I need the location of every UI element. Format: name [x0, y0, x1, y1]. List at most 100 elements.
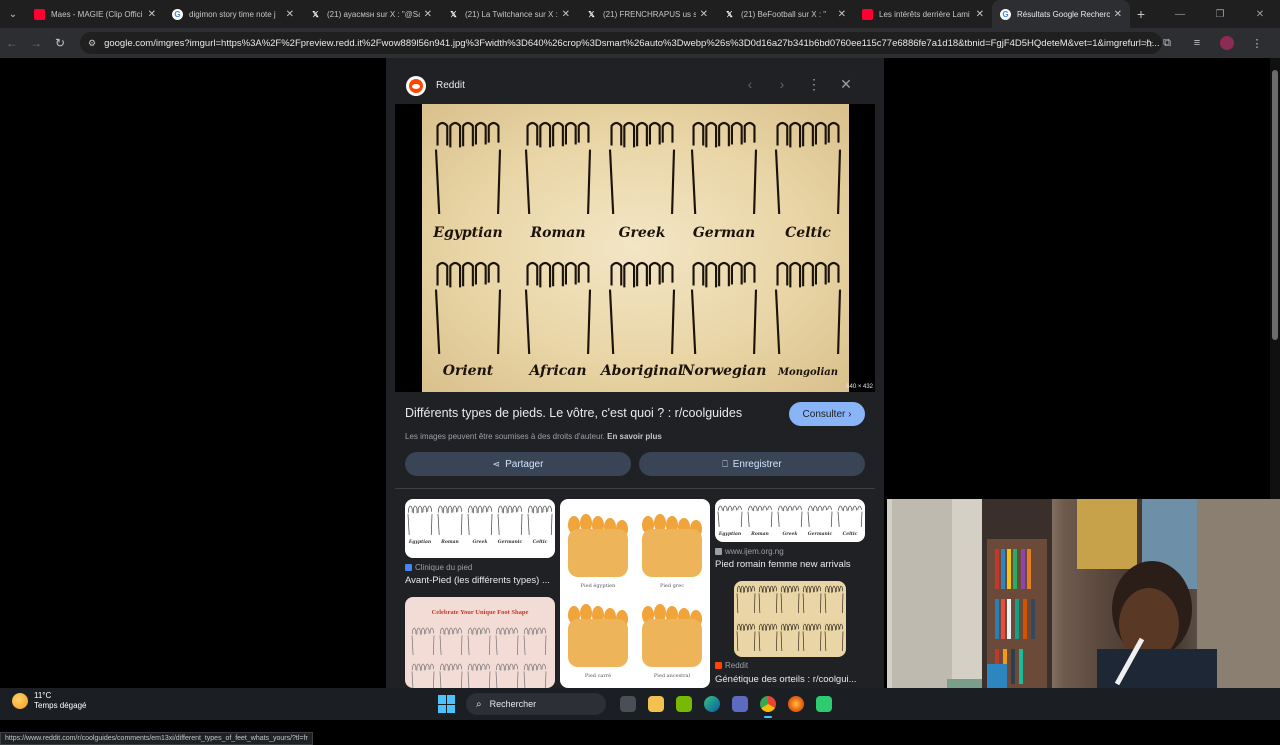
related-title-3[interactable]: Pied romain femme new arrivals — [715, 559, 865, 570]
foot-types-image[interactable]: Egyptian Roman Greek German Celtic Orient Afri… — [422, 104, 849, 392]
tab-search-button[interactable]: ⌄ — [0, 0, 26, 28]
rights-text: Les images peuvent être soumises à des d… — [405, 432, 605, 441]
profile-avatar[interactable] — [1220, 36, 1234, 50]
browser-tab[interactable]: Gdigimon story time note j ✕ — [164, 0, 302, 28]
close-tab-icon[interactable]: ✕ — [700, 9, 708, 20]
site-favicon-icon — [405, 564, 412, 571]
foot-types-illustration: Egyptian Roman Greek German Celtic Orient Afri… — [432, 121, 842, 379]
file-explorer-icon[interactable] — [642, 692, 670, 716]
visit-button-label: Consulter — [802, 408, 846, 420]
foot-drawing — [802, 585, 822, 614]
related-image-3[interactable]: Egyptian Roman Greek Germanic Celtic — [715, 499, 865, 542]
foot-drawing — [736, 623, 756, 652]
foot-drawing — [807, 505, 833, 528]
foot-type-label: Celtic — [785, 225, 831, 241]
menu-dots-icon[interactable]: ⋮ — [1242, 37, 1272, 50]
preview-image-frame[interactable]: Egyptian Roman Greek German Celtic Orient Afri… — [395, 104, 875, 392]
chevron-right-icon: › — [848, 408, 852, 420]
close-tab-icon[interactable]: ✕ — [1114, 9, 1122, 20]
visit-button[interactable]: Consulter › — [789, 402, 865, 426]
windows-start-icon[interactable] — [438, 695, 456, 713]
foot-drawing — [439, 627, 463, 656]
related-image-5[interactable] — [734, 581, 846, 657]
search-icon: ⌕ — [476, 698, 482, 710]
close-tab-icon[interactable]: ✕ — [976, 9, 984, 20]
image-dimensions: 640 × 432 — [846, 384, 873, 390]
browser-tab[interactable]: Les intérêts derrière Lami ✕ — [854, 0, 992, 28]
edge-icon[interactable] — [698, 692, 726, 716]
thumb-label: Celtic — [533, 539, 548, 545]
related-title-1[interactable]: Avant-Pied (les différents types) ... — [405, 575, 555, 586]
browser-tab[interactable]: Maes - MAGIE (Clip Offici ✕ — [26, 0, 164, 28]
close-tab-icon[interactable]: ✕ — [424, 9, 432, 20]
browser-tab[interactable]: 𝕏 (21) La Twitchance sur X : ✕ — [440, 0, 578, 28]
taskbar-search[interactable]: ⌕ Rechercher — [466, 693, 606, 715]
share-button[interactable]: ⋖ Partager — [405, 452, 631, 476]
foot-drawing — [802, 623, 822, 652]
tab-title: (21) FRENCHRAPUS us sur — [603, 9, 696, 19]
minimize-button[interactable]: — — [1160, 0, 1200, 28]
related-image-1[interactable]: Egyptian Roman Greek Germanic Celtic — [405, 499, 555, 558]
close-tab-icon[interactable]: ✕ — [562, 9, 570, 20]
task-view-icon[interactable] — [614, 692, 642, 716]
source-name[interactable]: Reddit — [436, 80, 465, 91]
address-bar[interactable]: ⚙ google.com/imgres?imgurl=https%3A%2F%2… — [80, 32, 1162, 54]
weather-widget[interactable]: 11°C Temps dégagé — [12, 691, 86, 711]
reload-button[interactable]: ↻ — [48, 28, 72, 58]
foot-drawing — [690, 261, 758, 355]
scrollbar-thumb[interactable] — [1272, 70, 1278, 340]
nvidia-icon[interactable] — [670, 692, 698, 716]
weather-sun-icon — [12, 693, 28, 709]
close-window-button[interactable]: ✕ — [1240, 0, 1280, 28]
foot-drawing — [824, 623, 844, 652]
window-controls: — ❐ ✕ — [1160, 0, 1280, 28]
browser-tab[interactable]: 𝕏 (21) ayacмsн sur X : "@Sa ✕ — [302, 0, 440, 28]
learn-more-link[interactable]: En savoir plus — [607, 432, 662, 441]
foot-type-label: German — [693, 225, 755, 241]
media-controls-icon[interactable]: ≡ — [1182, 37, 1212, 49]
foot-type-label: Mongolian — [777, 367, 838, 378]
tab-title: Maes - MAGIE (Clip Offici — [51, 9, 143, 19]
close-tab-icon[interactable]: ✕ — [838, 9, 846, 20]
foot-drawing — [758, 623, 778, 652]
related-title-5[interactable]: Génétique des orteils : r/coolgui... — [715, 674, 865, 685]
save-button[interactable]: ⎕ Enregistrer — [639, 452, 865, 476]
foot-drawing — [497, 505, 523, 536]
close-tab-icon[interactable]: ✕ — [148, 9, 156, 20]
related-image-2[interactable]: Pied égyptien Pied grec Pied carré Pied anc… — [560, 499, 710, 688]
foot-drawing — [747, 505, 773, 528]
thumb-label: Greek — [782, 531, 797, 537]
back-button[interactable]: ← — [0, 28, 24, 58]
google-icon: G — [172, 8, 183, 20]
browser-tab[interactable]: 𝕏 (21) FRENCHRAPUS us sur ✕ — [578, 0, 716, 28]
foot-drawing — [837, 505, 863, 528]
forward-button[interactable]: → — [24, 28, 48, 58]
windows-taskbar: 11°C Temps dégagé ⌕ Rechercher — [0, 688, 1280, 720]
microsoft-store-icon[interactable] — [726, 692, 754, 716]
browser-tab[interactable]: 𝕏 (21) BeFootball sur X : " ✕ — [716, 0, 854, 28]
chrome-icon[interactable] — [754, 692, 782, 718]
more-options-icon[interactable]: ⋮ — [798, 76, 830, 93]
next-image-icon[interactable]: › — [766, 76, 798, 93]
close-tab-icon[interactable]: ✕ — [286, 9, 294, 20]
previous-image-icon[interactable]: ‹ — [734, 76, 766, 93]
thumb-label: Roman — [750, 531, 769, 537]
new-tab-button[interactable]: + — [1130, 0, 1152, 28]
firefox-icon[interactable] — [782, 692, 810, 716]
google-icon: G — [1000, 8, 1011, 20]
close-panel-icon[interactable]: ✕ — [830, 76, 862, 93]
maximize-button[interactable]: ❐ — [1200, 0, 1240, 28]
browser-tab[interactable]: G Résultats Google Recherc ✕ — [992, 0, 1130, 28]
x-icon: 𝕏 — [312, 9, 319, 19]
foot-type-label: Orient — [443, 363, 494, 379]
foot-drawing — [411, 663, 435, 688]
app-icon[interactable] — [810, 692, 838, 716]
foot-type-label: Norwegian — [681, 363, 767, 379]
related-image-4[interactable]: Celebrate Your Unique Foot Shape — [405, 597, 555, 688]
orange-foot-drawing — [642, 604, 702, 667]
foot-drawing — [467, 505, 493, 536]
extensions-icon[interactable]: ⧉ — [1152, 37, 1182, 50]
tab-title: Les intérêts derrière Lami — [879, 9, 970, 19]
tabs-container: Maes - MAGIE (Clip Offici ✕ Gdigimon story… — [26, 0, 1130, 28]
site-info-icon[interactable]: ⚙ — [88, 38, 96, 49]
